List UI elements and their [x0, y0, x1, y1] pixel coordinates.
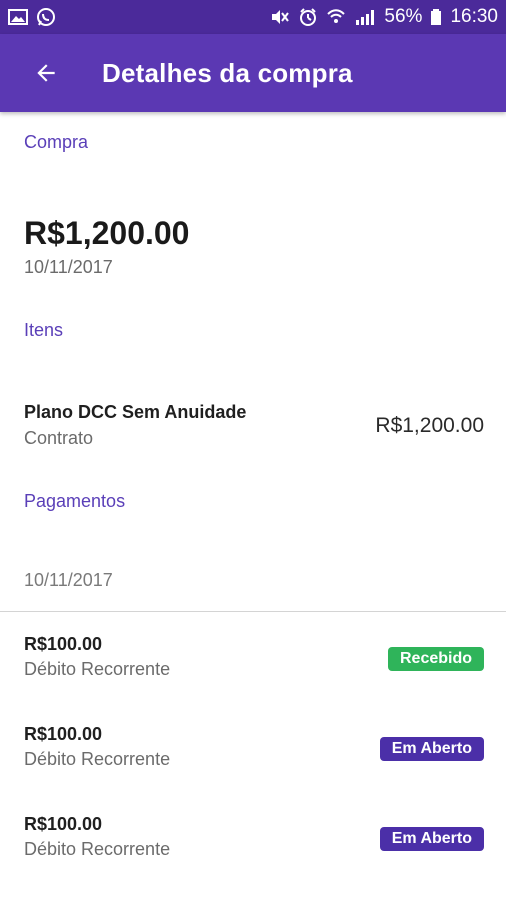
section-label-itens: Itens — [24, 320, 64, 340]
page-title: Detalhes da compra — [102, 57, 353, 88]
divider — [0, 611, 506, 612]
mute-icon — [270, 6, 290, 28]
purchase-amount: R$1,200.00 — [24, 215, 190, 251]
arrow-left-icon — [37, 64, 55, 82]
item-name: Plano DCC Sem Anuidade — [24, 402, 247, 422]
payment-amount: R$100.00 — [24, 814, 103, 834]
item-type: Contrato — [24, 428, 94, 448]
status-left — [8, 6, 56, 28]
battery-text: 56% — [384, 6, 423, 27]
purchase-date: 10/11/2017 — [24, 257, 113, 277]
payment-method: Débito Recorrente — [24, 749, 171, 769]
alarm-icon — [298, 6, 318, 28]
battery-icon — [430, 6, 442, 28]
section-label-pagamentos: Pagamentos — [24, 491, 126, 511]
back-button[interactable] — [24, 51, 68, 95]
payment-method: Débito Recorrente — [24, 659, 171, 679]
item-price: R$1,200.00 — [375, 414, 484, 437]
whatsapp-icon — [36, 6, 56, 28]
status-badge-open: Em Aberto — [379, 827, 484, 851]
status-badge-open: Em Aberto — [379, 737, 484, 761]
app-bar: Detalhes da compra — [0, 34, 506, 112]
status-bar: 56% 16:30 — [0, 0, 506, 34]
section-label-compra: Compra — [24, 132, 89, 152]
image-icon — [8, 6, 28, 28]
signal-icon — [354, 6, 376, 28]
status-badge-received: Recebido — [387, 647, 484, 671]
payments-date: 10/11/2017 — [24, 570, 113, 590]
payment-method: Débito Recorrente — [24, 839, 171, 859]
payment-amount: R$100.00 — [24, 724, 103, 744]
status-right: 56% 16:30 — [270, 6, 498, 28]
payment-amount: R$100.00 — [24, 634, 103, 654]
clock-time: 16:30 — [450, 6, 498, 27]
wifi-icon — [326, 6, 346, 28]
